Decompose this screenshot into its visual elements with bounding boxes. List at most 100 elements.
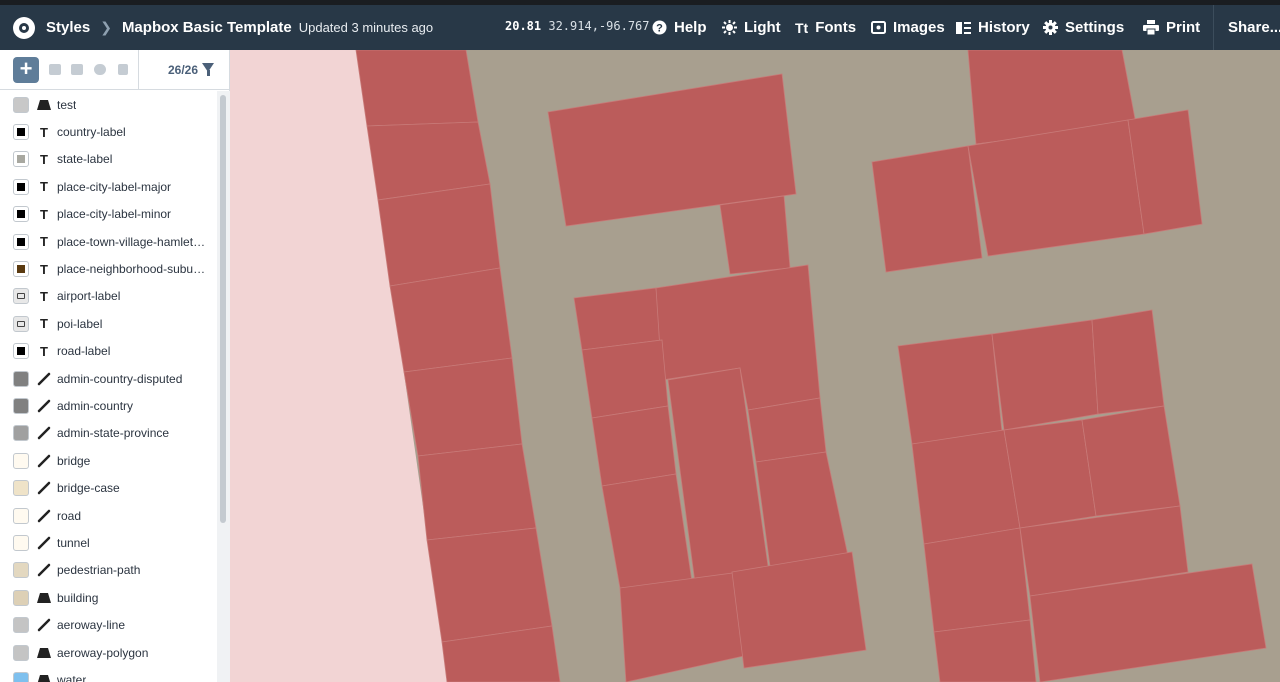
layer-item[interactable]: Troad-label xyxy=(0,338,217,365)
layer-item[interactable]: tunnel xyxy=(0,529,217,556)
layer-color-swatch xyxy=(13,397,29,414)
building-footprint[interactable] xyxy=(991,319,1099,431)
building-footprint[interactable] xyxy=(911,429,1021,545)
building-footprint[interactable] xyxy=(426,527,553,643)
layer-name: state-label xyxy=(57,152,113,167)
layer-name: aeroway-polygon xyxy=(57,645,149,660)
filter-icon[interactable] xyxy=(202,63,214,76)
layer-item[interactable]: Tplace-city-label-major xyxy=(0,173,217,200)
line-layer-icon xyxy=(37,372,51,386)
images-button[interactable]: Images xyxy=(871,5,945,50)
building-footprint[interactable] xyxy=(731,551,867,669)
help-button[interactable]: ? Help xyxy=(652,5,707,50)
layer-item[interactable]: admin-country xyxy=(0,392,217,419)
duplicate-icon[interactable] xyxy=(49,64,61,75)
layer-item[interactable]: bridge xyxy=(0,447,217,474)
gear-icon xyxy=(1043,20,1058,35)
layer-color-swatch xyxy=(13,178,29,195)
layer-name: pedestrian-path xyxy=(57,563,141,578)
layer-item[interactable]: admin-country-disputed xyxy=(0,365,217,392)
layer-name: test xyxy=(57,97,77,112)
fill-layer-icon xyxy=(37,646,51,660)
toolbar-separator xyxy=(138,50,139,90)
style-name[interactable]: Mapbox Basic Template xyxy=(122,19,292,36)
scrollbar-thumb[interactable] xyxy=(220,95,226,523)
layer-item[interactable]: test xyxy=(0,91,217,118)
layer-item[interactable]: Tstate-label xyxy=(0,146,217,173)
folder-icon[interactable] xyxy=(71,64,83,75)
line-layer-icon xyxy=(37,426,51,440)
symbol-layer-icon: T xyxy=(40,261,48,277)
layer-item[interactable]: road xyxy=(0,502,217,529)
light-button[interactable]: Light xyxy=(722,5,781,50)
settings-button[interactable]: Settings xyxy=(1043,5,1124,50)
add-layer-button[interactable]: + xyxy=(13,57,39,83)
layer-name: admin-country-disputed xyxy=(57,371,183,386)
breadcrumb-styles[interactable]: Styles xyxy=(46,19,90,36)
building-footprint[interactable] xyxy=(581,339,669,419)
layer-item[interactable]: Tplace-town-village-hamlet-l... xyxy=(0,228,217,255)
fonts-button[interactable]: Tt Fonts xyxy=(795,5,856,50)
layer-item[interactable]: aeroway-line xyxy=(0,611,217,638)
layer-color-swatch xyxy=(13,124,29,141)
layer-color-swatch xyxy=(13,480,29,497)
layer-list-scrollbar[interactable] xyxy=(217,91,230,682)
layer-item[interactable]: Tpoi-label xyxy=(0,310,217,337)
building-footprint[interactable] xyxy=(1003,419,1097,529)
layer-item[interactable]: Tplace-neighborhood-suburb... xyxy=(0,255,217,282)
layer-name: country-label xyxy=(57,125,126,140)
building-footprint[interactable] xyxy=(417,443,537,541)
building-footprint[interactable] xyxy=(389,267,513,373)
layer-color-swatch xyxy=(13,233,29,250)
building-footprint[interactable] xyxy=(591,405,677,487)
layer-item[interactable]: Tairport-label xyxy=(0,283,217,310)
layer-count: 26/26 xyxy=(168,63,199,77)
layer-name: road-label xyxy=(57,344,111,359)
print-button[interactable]: Print xyxy=(1143,5,1200,50)
map-view[interactable] xyxy=(230,50,1280,682)
layer-item[interactable]: bridge-case xyxy=(0,474,217,501)
layer-color-swatch xyxy=(13,562,29,579)
building-footprint[interactable] xyxy=(1081,405,1181,517)
trash-icon[interactable] xyxy=(118,64,128,75)
building-footprint[interactable] xyxy=(403,357,523,457)
share-button[interactable]: Share... xyxy=(1228,5,1280,50)
mapbox-logo-icon[interactable] xyxy=(13,16,35,39)
layer-item[interactable]: admin-state-province xyxy=(0,420,217,447)
layer-name: aeroway-line xyxy=(57,618,126,633)
layer-item[interactable]: water xyxy=(0,666,217,682)
symbol-layer-icon: T xyxy=(40,316,48,332)
layer-name: place-city-label-minor xyxy=(57,207,172,222)
building-footprint[interactable] xyxy=(573,287,663,351)
building-footprint[interactable] xyxy=(719,195,791,275)
building-footprint[interactable] xyxy=(1091,309,1165,415)
history-button[interactable]: History xyxy=(956,5,1030,50)
layer-item[interactable]: Tplace-city-label-minor xyxy=(0,201,217,228)
building-footprint[interactable] xyxy=(897,333,1003,445)
line-layer-icon xyxy=(37,454,51,468)
toolbar-divider xyxy=(1213,5,1214,50)
layer-toolbar: + 26/26 xyxy=(0,50,229,90)
hide-icon[interactable] xyxy=(94,64,106,75)
lat-lng: 32.914,-96.767 xyxy=(548,19,650,33)
layer-color-swatch xyxy=(13,534,29,551)
layer-item[interactable]: Tcountry-label xyxy=(0,118,217,145)
line-layer-icon xyxy=(37,509,51,523)
settings-label: Settings xyxy=(1065,19,1125,36)
map-canvas[interactable] xyxy=(230,50,1280,682)
fill-layer-icon xyxy=(37,98,51,112)
layer-item[interactable]: pedestrian-path xyxy=(0,557,217,584)
building-footprint[interactable] xyxy=(355,50,479,127)
layer-item[interactable]: building xyxy=(0,584,217,611)
line-layer-icon xyxy=(37,481,51,495)
layer-color-swatch xyxy=(13,452,29,469)
symbol-layer-icon: T xyxy=(40,206,48,222)
line-layer-icon xyxy=(37,618,51,632)
building-footprint[interactable] xyxy=(871,145,983,273)
top-toolbar: Styles ❯ Mapbox Basic Template Updated 3… xyxy=(0,5,1280,50)
building-footprint[interactable] xyxy=(923,527,1031,633)
layer-color-swatch xyxy=(13,151,29,168)
symbol-layer-icon: T xyxy=(40,343,48,359)
layer-item[interactable]: aeroway-polygon xyxy=(0,639,217,666)
layer-name: bridge xyxy=(57,453,91,468)
